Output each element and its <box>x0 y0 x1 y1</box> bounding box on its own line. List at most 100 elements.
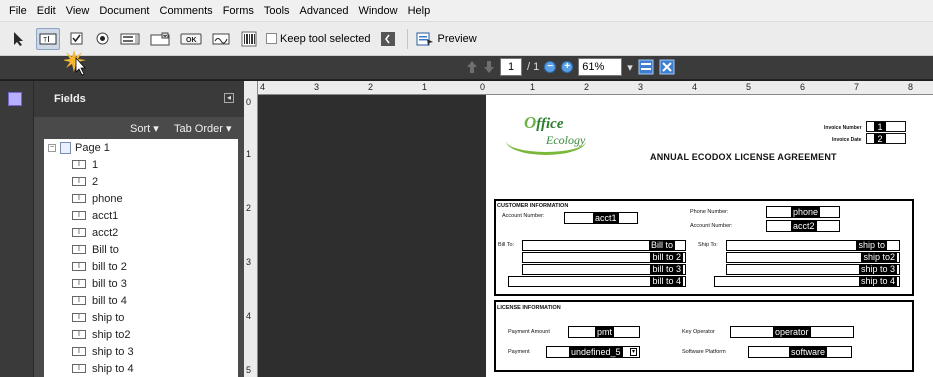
select-object-tool-button[interactable] <box>8 28 30 50</box>
tree-field-item[interactable]: I2 <box>44 173 238 190</box>
tree-field-item[interactable]: Iphone <box>44 190 238 207</box>
menu-window[interactable]: Window <box>353 5 402 17</box>
button-tool-button[interactable]: OK <box>178 28 204 50</box>
sort-dropdown[interactable]: Sort ▾ <box>130 122 159 135</box>
field-label: 2 <box>92 175 99 188</box>
tree-field-item[interactable]: I1 <box>44 156 238 173</box>
list-box-tool-button[interactable] <box>118 28 142 50</box>
tree-field-item[interactable]: Iship to 4 <box>44 360 238 377</box>
phone-number-label: Phone Number: <box>690 209 729 215</box>
navigation-rail <box>0 81 34 377</box>
vertical-ruler: 0 1 2 3 4 5 <box>244 81 258 377</box>
ruler-tick-label: 3 <box>246 257 252 267</box>
dropdown-arrow-icon[interactable]: ▾ <box>630 348 637 356</box>
bill-to-field[interactable]: Bill to <box>522 240 686 251</box>
bill-to-2-field[interactable]: bill to 2 <box>522 252 686 263</box>
acct1-value: acct1 <box>593 213 619 223</box>
keep-tool-selected-checkbox[interactable]: Keep tool selected <box>266 33 371 45</box>
zoom-out-icon[interactable]: − <box>544 61 557 73</box>
panel-collapse-icon[interactable]: ◂ <box>224 93 234 103</box>
field-label: ship to2 <box>92 328 131 341</box>
software-platform-value: software <box>789 347 828 357</box>
text-field-icon: T <box>39 33 57 44</box>
text-field-tool-button[interactable]: T <box>36 27 60 50</box>
tree-page-node[interactable]: − Page 1 <box>44 139 238 156</box>
collapse-icon[interactable]: − <box>48 143 56 152</box>
ship-to-field[interactable]: ship to <box>726 240 900 251</box>
phone-field[interactable]: phone <box>766 206 840 218</box>
menu-advanced[interactable]: Advanced <box>295 5 354 17</box>
ruler-tick-label: 2 <box>584 82 590 92</box>
fit-page-icon[interactable] <box>638 59 654 75</box>
field-label: bill to 3 <box>92 277 127 290</box>
tree-field-item[interactable]: Iship to <box>44 309 238 326</box>
page-icon <box>60 141 71 154</box>
payment-amount-label: Payment Amount <box>508 329 550 335</box>
text-field-icon: I <box>72 279 86 288</box>
page-number-input[interactable]: 1 <box>500 58 522 76</box>
menu-tools[interactable]: Tools <box>259 5 295 17</box>
ship-to-3-field[interactable]: ship to 3 <box>726 264 900 275</box>
fields-panel-icon[interactable] <box>8 92 22 106</box>
ruler-tick-label: 0 <box>480 82 486 92</box>
svg-text:T: T <box>43 37 48 44</box>
tree-page-label: Page 1 <box>75 141 110 154</box>
tree-field-item[interactable]: I Bill to <box>44 241 238 258</box>
menu-document[interactable]: Document <box>94 5 154 17</box>
tab-order-dropdown[interactable]: Tab Order ▾ <box>174 122 232 135</box>
menu-forms[interactable]: Forms <box>218 5 259 17</box>
ruler-tick-label: 5 <box>246 365 252 375</box>
menu-edit[interactable]: Edit <box>32 5 61 17</box>
invoice-date-field[interactable] <box>866 133 906 144</box>
invoice-number-field[interactable] <box>866 121 906 132</box>
menu-view[interactable]: View <box>61 5 95 17</box>
fit-width-icon[interactable] <box>659 59 675 75</box>
ship-to2-field[interactable]: ship to2 <box>726 252 900 263</box>
software-platform-field[interactable]: software <box>748 346 852 358</box>
ship-to-4-field[interactable]: ship to 4 <box>714 276 900 287</box>
radio-button-icon <box>96 32 108 45</box>
payment-amount-field[interactable]: pmt <box>568 326 640 338</box>
tree-field-item[interactable]: Iacct2 <box>44 224 238 241</box>
bill-to-3-field[interactable]: bill to 3 <box>522 264 686 275</box>
digital-signature-tool-button[interactable] <box>210 28 232 50</box>
show-hide-fields-button[interactable] <box>377 28 399 50</box>
fields-sort-bar: Sort ▾ Tab Order ▾ <box>34 117 244 139</box>
payment-dropdown[interactable]: undefined_5 ▾ <box>546 346 640 358</box>
ruler-tick-label: 1 <box>246 149 252 159</box>
checkbox-tool-button[interactable] <box>66 28 86 50</box>
preview-icon <box>416 32 433 46</box>
field-label: acct1 <box>92 209 119 222</box>
previous-page-icon[interactable] <box>466 60 478 74</box>
tree-field-item[interactable]: Ibill to 4 <box>44 292 238 309</box>
checkbox-box[interactable] <box>266 33 277 44</box>
tree-field-item[interactable]: Iship to 3 <box>44 343 238 360</box>
zoom-dropdown-icon[interactable]: ▾ <box>627 61 633 74</box>
combo-box-tool-button[interactable] <box>148 28 172 50</box>
tree-field-item[interactable]: Iacct1 <box>44 207 238 224</box>
menu-comments[interactable]: Comments <box>155 5 218 17</box>
forms-toolbar: T OK Keep tool selected Preview <box>0 22 933 56</box>
acct1-field[interactable]: acct1 <box>564 212 638 224</box>
mouse-cursor <box>62 48 94 81</box>
tree-field-item[interactable]: Ibill to 2 <box>44 258 238 275</box>
invoice-number-label: Invoice Number <box>824 125 862 131</box>
next-page-icon[interactable] <box>483 60 495 74</box>
menu-file[interactable]: File <box>4 5 32 17</box>
acct2-field[interactable]: acct2 <box>766 220 840 232</box>
zoom-level-input[interactable]: 61% <box>578 58 623 76</box>
radio-button-tool-button[interactable] <box>92 28 112 50</box>
barcode-tool-button[interactable] <box>238 28 260 50</box>
bill-to-4-value: bill to 4 <box>650 276 683 286</box>
tree-field-item[interactable]: Ibill to 3 <box>44 275 238 292</box>
barcode-icon <box>241 31 257 46</box>
preview-label: Preview <box>437 32 477 45</box>
account-number-label: Account Number: <box>502 213 545 219</box>
bill-to-4-field[interactable]: bill to 4 <box>508 276 686 287</box>
tree-field-item[interactable]: Iship to2 <box>44 326 238 343</box>
zoom-in-icon[interactable]: + <box>561 61 574 73</box>
menu-help[interactable]: Help <box>403 5 436 17</box>
fields-panel: Fields ◂ Sort ▾ Tab Order ▾ − Page 1 I1 … <box>34 81 244 377</box>
preview-button[interactable]: Preview <box>416 31 477 47</box>
key-operator-field[interactable]: operator <box>730 326 854 338</box>
